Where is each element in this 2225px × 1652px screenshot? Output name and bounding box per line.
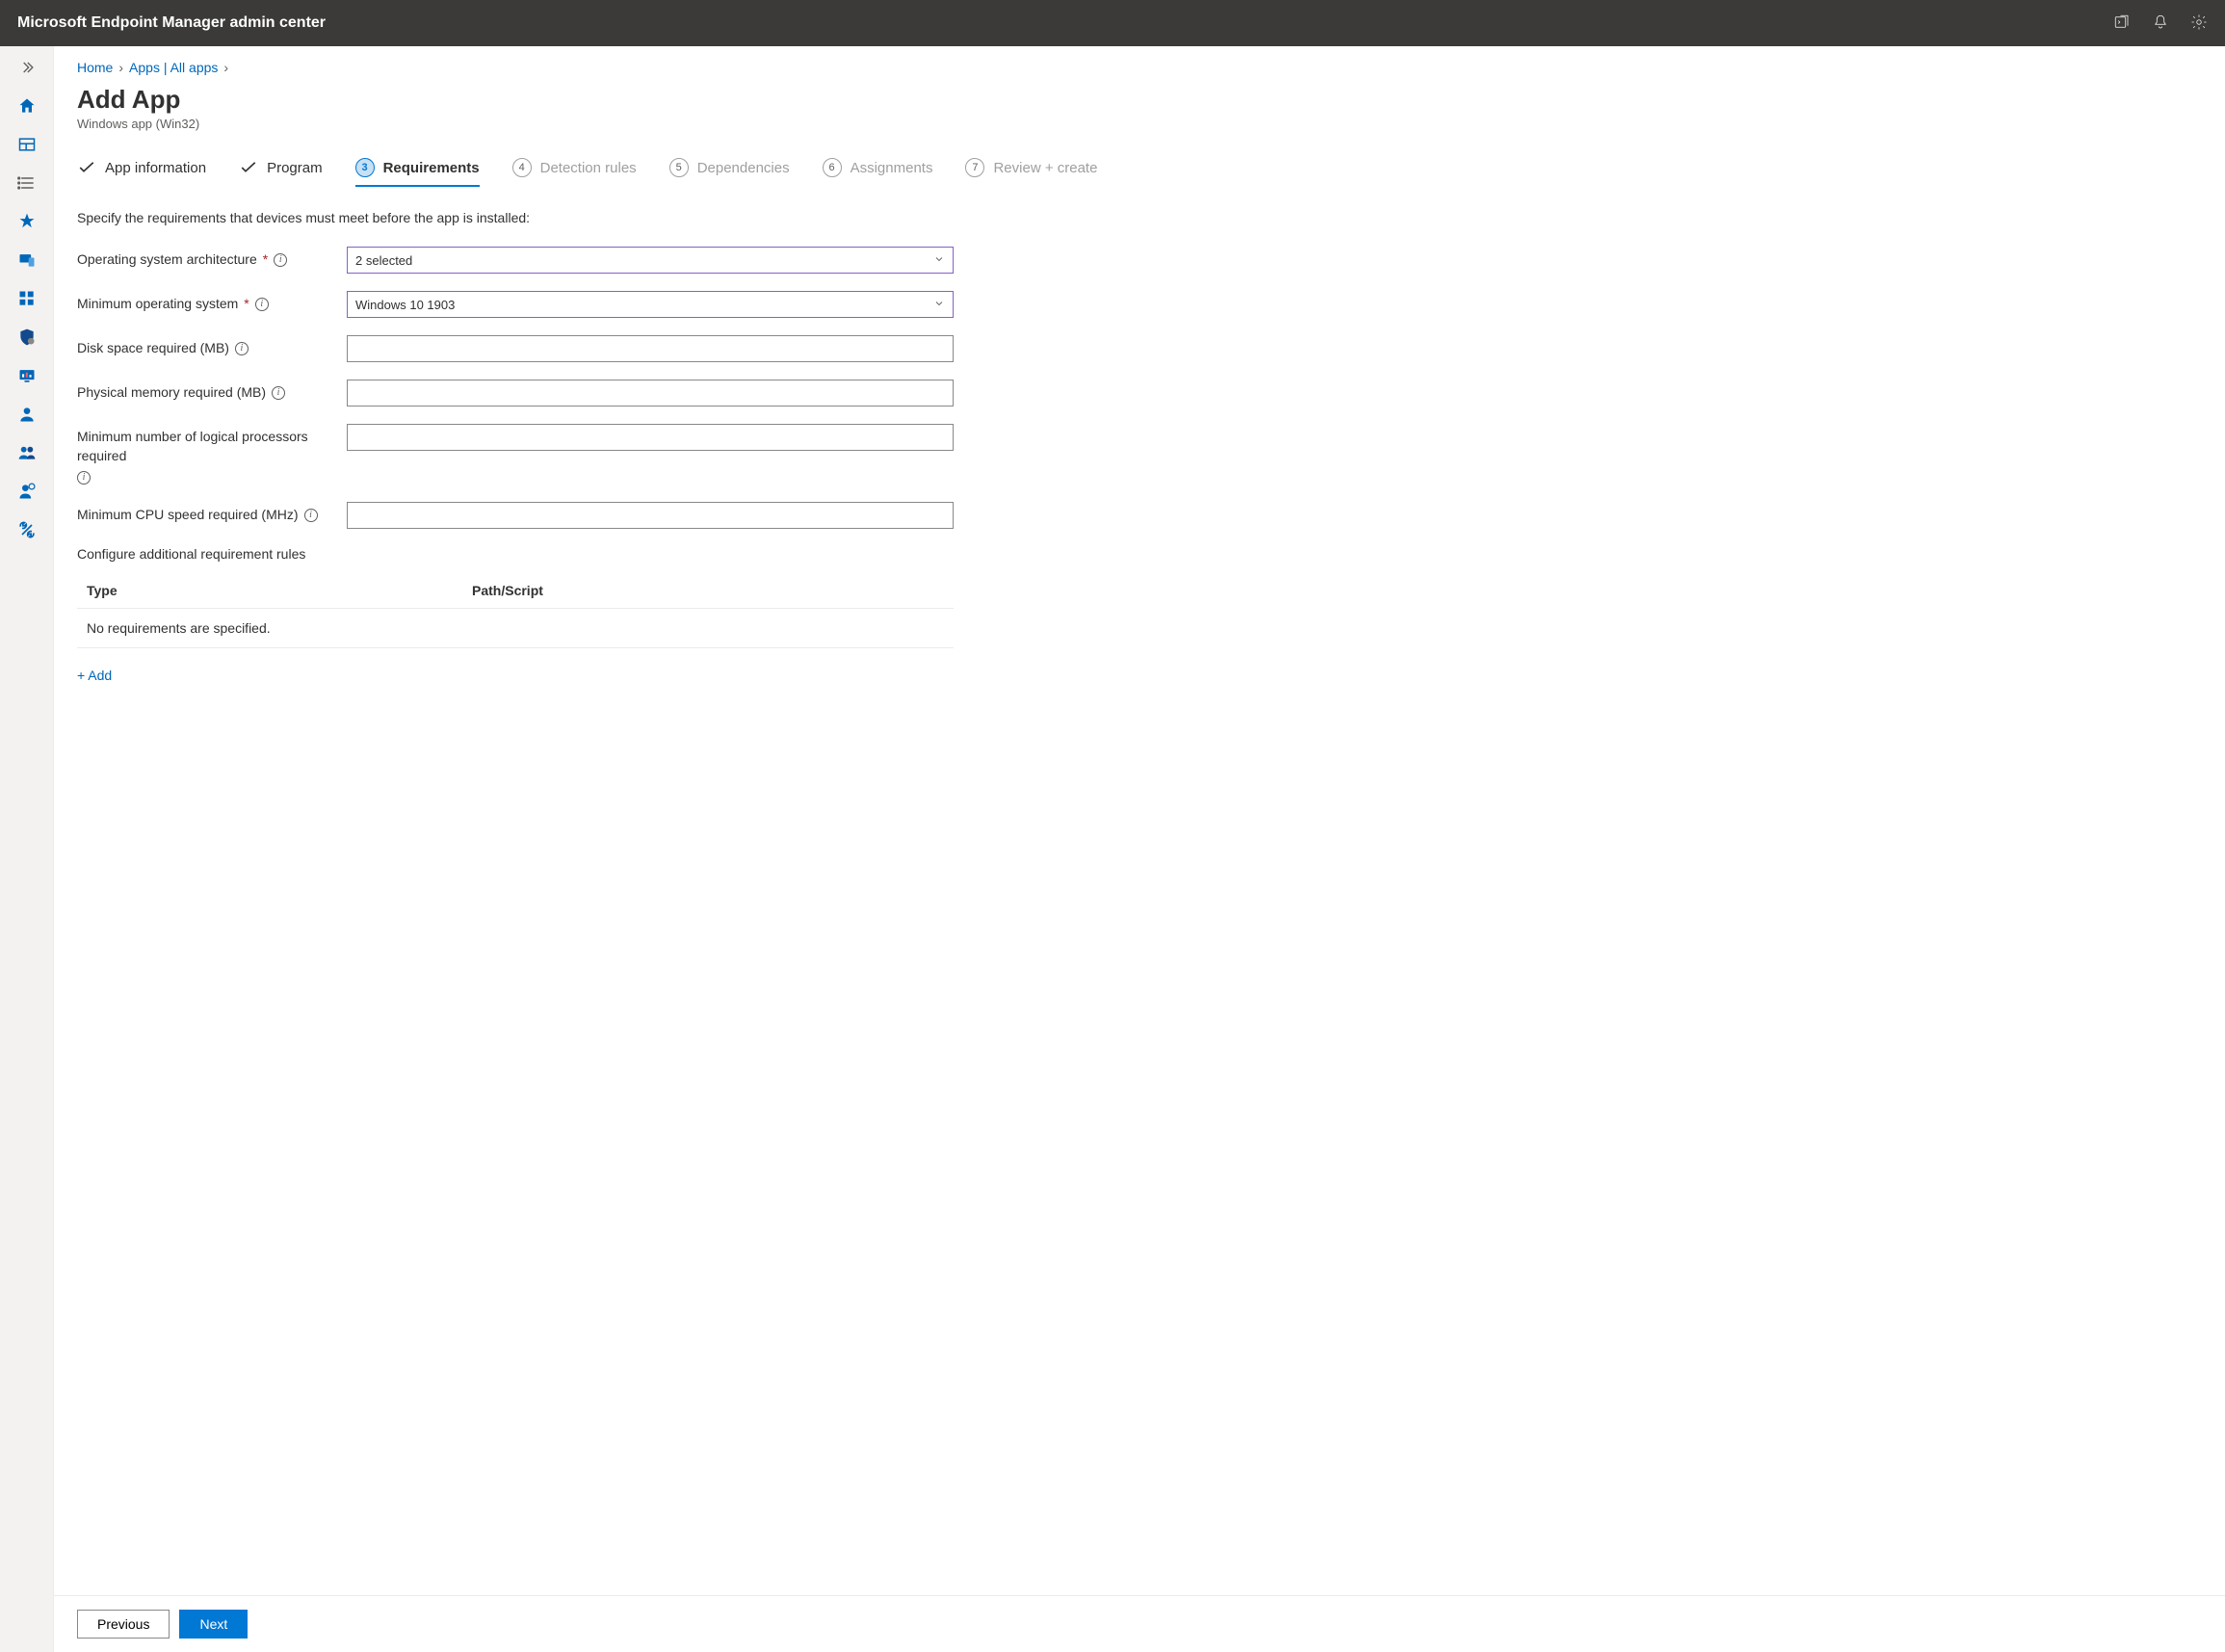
info-icon[interactable]: i	[255, 298, 269, 311]
tab-detection-rules[interactable]: 4 Detection rules	[512, 158, 637, 187]
topbar-icons	[2113, 13, 2208, 34]
memory-input[interactable]	[347, 380, 954, 406]
info-icon[interactable]: i	[77, 471, 91, 485]
cloud-shell-icon[interactable]	[2113, 13, 2131, 34]
min-os-select[interactable]: Windows 10 1903	[347, 291, 954, 318]
select-value: Windows 10 1903	[355, 298, 455, 312]
page-subtitle: Windows app (Win32)	[77, 117, 2202, 131]
app-title: Microsoft Endpoint Manager admin center	[17, 14, 326, 32]
cpu-count-label: Minimum number of logical processors req…	[77, 424, 347, 485]
tab-assignments[interactable]: 6 Assignments	[823, 158, 933, 187]
reports-icon[interactable]	[8, 362, 46, 389]
info-icon[interactable]: i	[272, 386, 285, 400]
cpu-speed-input[interactable]	[347, 502, 954, 529]
tab-requirements[interactable]: 3 Requirements	[355, 158, 480, 187]
min-os-label: Minimum operating system * i	[77, 291, 347, 314]
disk-space-input[interactable]	[347, 335, 954, 362]
main-content: Home › Apps | All apps › Add App Windows…	[54, 46, 2225, 1652]
notifications-icon[interactable]	[2152, 13, 2169, 34]
rules-title: Configure additional requirement rules	[77, 546, 2202, 562]
tab-app-information[interactable]: App information	[77, 158, 206, 187]
breadcrumb-apps[interactable]: Apps | All apps	[129, 60, 218, 75]
chevron-down-icon	[933, 253, 945, 268]
os-arch-label: Operating system architecture * i	[77, 247, 347, 270]
favorites-icon[interactable]	[8, 208, 46, 235]
tab-label: Requirements	[383, 160, 480, 176]
breadcrumb-home[interactable]: Home	[77, 60, 113, 75]
info-icon[interactable]: i	[304, 509, 318, 522]
step-number: 3	[355, 158, 375, 177]
form-description: Specify the requirements that devices mu…	[77, 210, 2202, 225]
dashboard-icon[interactable]	[8, 131, 46, 158]
wizard-footer: Previous Next	[54, 1595, 2225, 1652]
breadcrumb: Home › Apps | All apps ›	[77, 60, 2202, 75]
expand-nav-icon[interactable]	[8, 54, 46, 81]
endpoint-security-icon[interactable]	[8, 324, 46, 351]
tenant-admin-icon[interactable]	[8, 478, 46, 505]
check-icon	[77, 158, 96, 177]
previous-button[interactable]: Previous	[77, 1610, 170, 1639]
settings-icon[interactable]	[2190, 13, 2208, 34]
info-icon[interactable]: i	[274, 253, 287, 267]
info-icon[interactable]: i	[235, 342, 249, 355]
step-number: 5	[669, 158, 689, 177]
tab-label: Dependencies	[697, 160, 790, 176]
add-requirement-link[interactable]: + Add	[77, 668, 112, 683]
home-icon[interactable]	[8, 92, 46, 119]
tab-program[interactable]: Program	[239, 158, 323, 187]
cpu-speed-label: Minimum CPU speed required (MHz) i	[77, 502, 347, 525]
troubleshoot-icon[interactable]	[8, 516, 46, 543]
rules-empty-row: No requirements are specified.	[77, 609, 954, 648]
tab-label: Program	[267, 160, 323, 176]
users-icon[interactable]	[8, 401, 46, 428]
chevron-right-icon: ›	[118, 60, 123, 75]
os-arch-select[interactable]: 2 selected	[347, 247, 954, 274]
all-services-icon[interactable]	[8, 170, 46, 197]
left-nav-rail	[0, 46, 54, 1652]
tab-label: Review + create	[993, 160, 1097, 176]
select-value: 2 selected	[355, 253, 412, 268]
tab-review-create[interactable]: 7 Review + create	[965, 158, 1097, 187]
wizard-tabs: App information Program 3 Requirements 4…	[77, 158, 2202, 187]
rules-table: Type Path/Script No requirements are spe…	[77, 583, 954, 648]
page-title: Add App	[77, 85, 2202, 115]
tab-label: Assignments	[851, 160, 933, 176]
apps-icon[interactable]	[8, 285, 46, 312]
required-marker: *	[263, 250, 268, 270]
devices-icon[interactable]	[8, 247, 46, 274]
tab-label: App information	[105, 160, 206, 176]
memory-label: Physical memory required (MB) i	[77, 380, 347, 403]
col-path: Path/Script	[472, 583, 543, 598]
groups-icon[interactable]	[8, 439, 46, 466]
rules-header: Type Path/Script	[77, 583, 954, 609]
topbar: Microsoft Endpoint Manager admin center	[0, 0, 2225, 46]
chevron-down-icon	[933, 298, 945, 312]
cpu-count-input[interactable]	[347, 424, 954, 451]
tab-dependencies[interactable]: 5 Dependencies	[669, 158, 790, 187]
step-number: 7	[965, 158, 984, 177]
check-icon	[239, 158, 258, 177]
step-number: 4	[512, 158, 532, 177]
required-marker: *	[244, 295, 249, 314]
tab-label: Detection rules	[540, 160, 637, 176]
col-type: Type	[87, 583, 472, 598]
chevron-right-icon: ›	[223, 60, 228, 75]
next-button[interactable]: Next	[179, 1610, 248, 1639]
disk-space-label: Disk space required (MB) i	[77, 335, 347, 358]
step-number: 6	[823, 158, 842, 177]
